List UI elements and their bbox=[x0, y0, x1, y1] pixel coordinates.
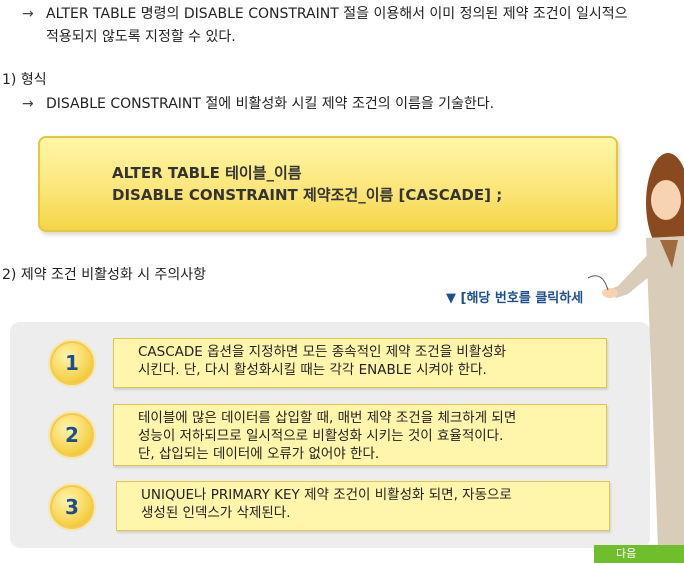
syntax-line-1: ALTER TABLE 테이블_이름 bbox=[112, 164, 302, 182]
note-number-1-button[interactable]: 1 bbox=[48, 339, 96, 387]
syntax-line-2: DISABLE CONSTRAINT 제약조건_이름 [CASCADE] ; bbox=[112, 186, 503, 204]
intro-text-1: ALTER TABLE 명령의 DISABLE CONSTRAINT 절을 이용… bbox=[46, 6, 628, 22]
section-1-title: 1) 형식 bbox=[2, 72, 47, 88]
note-3-line-1: UNIQUE나 PRIMARY KEY 제약 조건이 비활성화 되면, 자동으로 bbox=[141, 487, 512, 503]
note-2-line-2: 성능이 저하되므로 일시적으로 비활성화 시키는 것이 효율적이다. bbox=[138, 428, 504, 444]
section-2-title: 2) 제약 조건 비활성화 시 주의사항 bbox=[2, 267, 207, 283]
note-1-box[interactable]: CASCADE 옵션을 지정하면 모든 종속적인 제약 조건을 비활성화 시킨다… bbox=[113, 338, 607, 388]
note-2-box[interactable]: 테이블에 많은 데이터를 삽입할 때, 매번 제약 조건을 체크하게 되면 성능… bbox=[113, 404, 607, 466]
note-number-2-button[interactable]: 2 bbox=[48, 411, 96, 459]
click-hint: ▼ [해당 번호를 클릭하세 bbox=[446, 291, 584, 306]
note-number-3-button[interactable]: 3 bbox=[48, 483, 96, 531]
note-3-box[interactable]: UNIQUE나 PRIMARY KEY 제약 조건이 비활성화 되면, 자동으로… bbox=[116, 481, 610, 531]
presenter-figure bbox=[588, 153, 684, 548]
section-1-description: → DISABLE CONSTRAINT 절에 비활성화 시킬 제약 조건의 이름… bbox=[22, 94, 494, 114]
note-3-line-2: 생성된 인덱스가 삭제된다. bbox=[141, 505, 291, 521]
intro-line-1: → ALTER TABLE 명령의 DISABLE CONSTRAINT 절을 이… bbox=[22, 4, 628, 24]
intro-line-2: 적용되지 않도록 지정할 수 있다. bbox=[46, 29, 236, 45]
note-2-line-3: 단, 삽입되는 데이터에 오류가 없어야 한다. bbox=[138, 446, 380, 462]
arrow-right-icon: → bbox=[22, 96, 34, 112]
arrow-right-icon: → bbox=[22, 6, 34, 22]
next-button[interactable]: 다음 bbox=[594, 545, 684, 563]
note-1-line-1: CASCADE 옵션을 지정하면 모든 종속적인 제약 조건을 비활성화 bbox=[138, 344, 507, 360]
note-1-line-2: 시킨다. 단, 다시 활성화시킬 때는 각각 ENABLE 시켜야 한다. bbox=[138, 362, 487, 378]
syntax-box: ALTER TABLE 테이블_이름 DISABLE CONSTRAINT 제약… bbox=[38, 136, 618, 232]
note-2-line-1: 테이블에 많은 데이터를 삽입할 때, 매번 제약 조건을 체크하게 되면 bbox=[138, 410, 517, 426]
section-1-description-text: DISABLE CONSTRAINT 절에 비활성화 시킬 제약 조건의 이름을… bbox=[46, 96, 495, 112]
